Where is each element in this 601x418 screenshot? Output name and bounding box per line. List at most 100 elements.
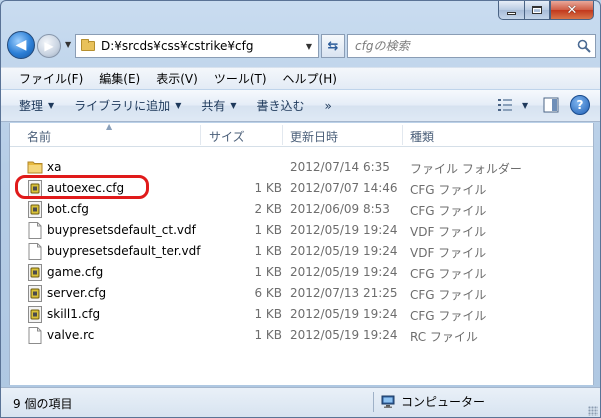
- file-type: CFG ファイル: [410, 309, 487, 323]
- table-row[interactable]: valve.rc 1 KB 2012/05/19 19:24 RC ファイル: [10, 325, 595, 346]
- back-button[interactable]: ◀: [7, 31, 35, 59]
- address-path: D:¥srcds¥css¥cstrike¥cfg: [101, 39, 254, 53]
- file-name: autoexec.cfg: [47, 181, 125, 195]
- file-name: buypresetsdefault_ter.vdf: [47, 244, 201, 258]
- search-input[interactable]: [348, 36, 573, 56]
- share-label: 共有: [201, 99, 226, 113]
- address-dropdown-icon[interactable]: ▼: [302, 35, 316, 57]
- file-name: bot.cfg: [47, 202, 89, 216]
- file-date: 2012/05/19 19:24: [290, 328, 398, 342]
- refresh-button[interactable]: ⇆: [321, 34, 345, 58]
- file-date: 2012/07/07 14:46: [290, 181, 398, 195]
- table-row[interactable]: autoexec.cfg 1 KB 2012/07/07 14:46 CFG フ…: [10, 178, 595, 199]
- column-divider[interactable]: [282, 125, 283, 145]
- file-size: 1 KB: [254, 181, 282, 195]
- file-type: ファイル フォルダー: [410, 162, 522, 176]
- details-view-icon: [498, 99, 512, 111]
- file-type: RC ファイル: [410, 330, 478, 344]
- file-type: CFG ファイル: [410, 204, 487, 218]
- file-size: 6 KB: [254, 286, 282, 300]
- file-date: 2012/06/09 8:53: [290, 202, 390, 216]
- back-arrow-icon: ◀: [15, 37, 27, 53]
- file-size: 1 KB: [254, 244, 282, 258]
- menu-view[interactable]: 表示(V): [148, 69, 206, 89]
- preview-pane-button[interactable]: [540, 94, 562, 116]
- cfg-file-icon: [27, 285, 43, 302]
- file-name: game.cfg: [47, 265, 104, 279]
- minimize-button[interactable]: [498, 1, 524, 20]
- help-button[interactable]: ?: [570, 95, 590, 115]
- maximize-icon: [532, 6, 542, 14]
- table-row[interactable]: game.cfg 1 KB 2012/05/19 19:24 CFG ファイル: [10, 262, 595, 283]
- column-divider[interactable]: [402, 125, 403, 145]
- file-type: CFG ファイル: [410, 267, 487, 281]
- file-size: 1 KB: [254, 265, 282, 279]
- file-date: 2012/07/14 6:35: [290, 160, 390, 174]
- search-icon[interactable]: [573, 35, 595, 57]
- status-divider: [373, 392, 374, 412]
- recent-pages-dropdown[interactable]: ▼: [65, 40, 71, 49]
- chevron-down-icon: ▼: [522, 100, 529, 110]
- menu-file[interactable]: ファイル(F): [11, 69, 91, 89]
- file-date: 2012/05/19 19:24: [290, 265, 398, 279]
- add-to-library-label: ライブラリに追加: [74, 99, 171, 113]
- computer-icon: [381, 395, 395, 408]
- chevron-down-icon: ▼: [48, 101, 55, 110]
- forward-arrow-icon: ▶: [44, 39, 54, 53]
- more-commands-button[interactable]: »: [315, 93, 342, 119]
- file-date: 2012/07/13 21:25: [290, 286, 398, 300]
- minimize-icon: [507, 11, 516, 15]
- organize-button[interactable]: 整理 ▼: [9, 93, 64, 119]
- burn-label: 書き込む: [256, 99, 305, 113]
- cfg-file-icon: [27, 306, 43, 323]
- table-row[interactable]: skill1.cfg 1 KB 2012/05/19 19:24 CFG ファイ…: [10, 304, 595, 325]
- item-count: 9 個の項目: [13, 397, 73, 411]
- table-row[interactable]: xa 2012/07/14 6:35 ファイル フォルダー: [10, 157, 595, 178]
- file-name: xa: [47, 160, 62, 174]
- blank-file-icon: [27, 327, 43, 344]
- file-name: valve.rc: [47, 328, 95, 342]
- preview-pane-icon: [543, 97, 559, 113]
- file-date: 2012/05/19 19:24: [290, 223, 398, 237]
- column-header-size[interactable]: サイズ: [209, 128, 245, 145]
- address-bar[interactable]: D:¥srcds¥css¥cstrike¥cfg ▼: [75, 34, 319, 58]
- file-type: VDF ファイル: [410, 246, 487, 260]
- column-header-name[interactable]: 名前: [27, 128, 51, 145]
- table-row[interactable]: server.cfg 6 KB 2012/07/13 21:25 CFG ファイ…: [10, 283, 595, 304]
- file-type: CFG ファイル: [410, 183, 487, 197]
- refresh-icon: ⇆: [327, 38, 339, 54]
- file-date: 2012/05/19 19:24: [290, 244, 398, 258]
- column-header-date[interactable]: 更新日時: [290, 128, 338, 145]
- menu-tools[interactable]: ツール(T): [206, 69, 275, 89]
- table-row[interactable]: bot.cfg 2 KB 2012/06/09 8:53 CFG ファイル: [10, 199, 595, 220]
- chevron-down-icon: ▼: [65, 40, 72, 49]
- file-type: VDF ファイル: [410, 225, 487, 239]
- file-size: 1 KB: [254, 328, 282, 342]
- close-button[interactable]: ✕: [550, 1, 594, 20]
- command-bar: 整理 ▼ ライブラリに追加 ▼ 共有 ▼ 書き込む » ▼ ?: [1, 90, 600, 122]
- caption-buttons: ✕: [498, 1, 594, 21]
- close-icon: ✕: [566, 2, 578, 18]
- navigation-bar: ◀ ▶ ▼ D:¥srcds¥css¥cstrike¥cfg ▼ ⇆: [7, 31, 596, 61]
- burn-button[interactable]: 書き込む: [247, 93, 315, 119]
- cfg-file-icon: [27, 180, 43, 197]
- table-row[interactable]: buypresetsdefault_ter.vdf 1 KB 2012/05/1…: [10, 241, 595, 262]
- resize-grip[interactable]: [588, 406, 598, 416]
- add-to-library-button[interactable]: ライブラリに追加 ▼: [64, 93, 191, 119]
- location-label: コンピューター: [401, 395, 486, 409]
- file-name: buypresetsdefault_ct.vdf: [47, 223, 196, 237]
- menu-edit[interactable]: 編集(E): [91, 69, 148, 89]
- forward-button[interactable]: ▶: [37, 34, 61, 58]
- column-divider[interactable]: [200, 125, 201, 145]
- file-name: server.cfg: [47, 286, 107, 300]
- file-name: skill1.cfg: [47, 307, 101, 321]
- folder-icon: [81, 39, 95, 51]
- change-view-button[interactable]: ▼: [498, 94, 532, 116]
- column-header-type[interactable]: 種類: [410, 128, 434, 145]
- maximize-button[interactable]: [524, 1, 550, 20]
- file-type: CFG ファイル: [410, 288, 487, 302]
- menu-help[interactable]: ヘルプ(H): [275, 69, 345, 89]
- share-button[interactable]: 共有 ▼: [191, 93, 246, 119]
- file-size: 1 KB: [254, 223, 282, 237]
- table-row[interactable]: buypresetsdefault_ct.vdf 1 KB 2012/05/19…: [10, 220, 595, 241]
